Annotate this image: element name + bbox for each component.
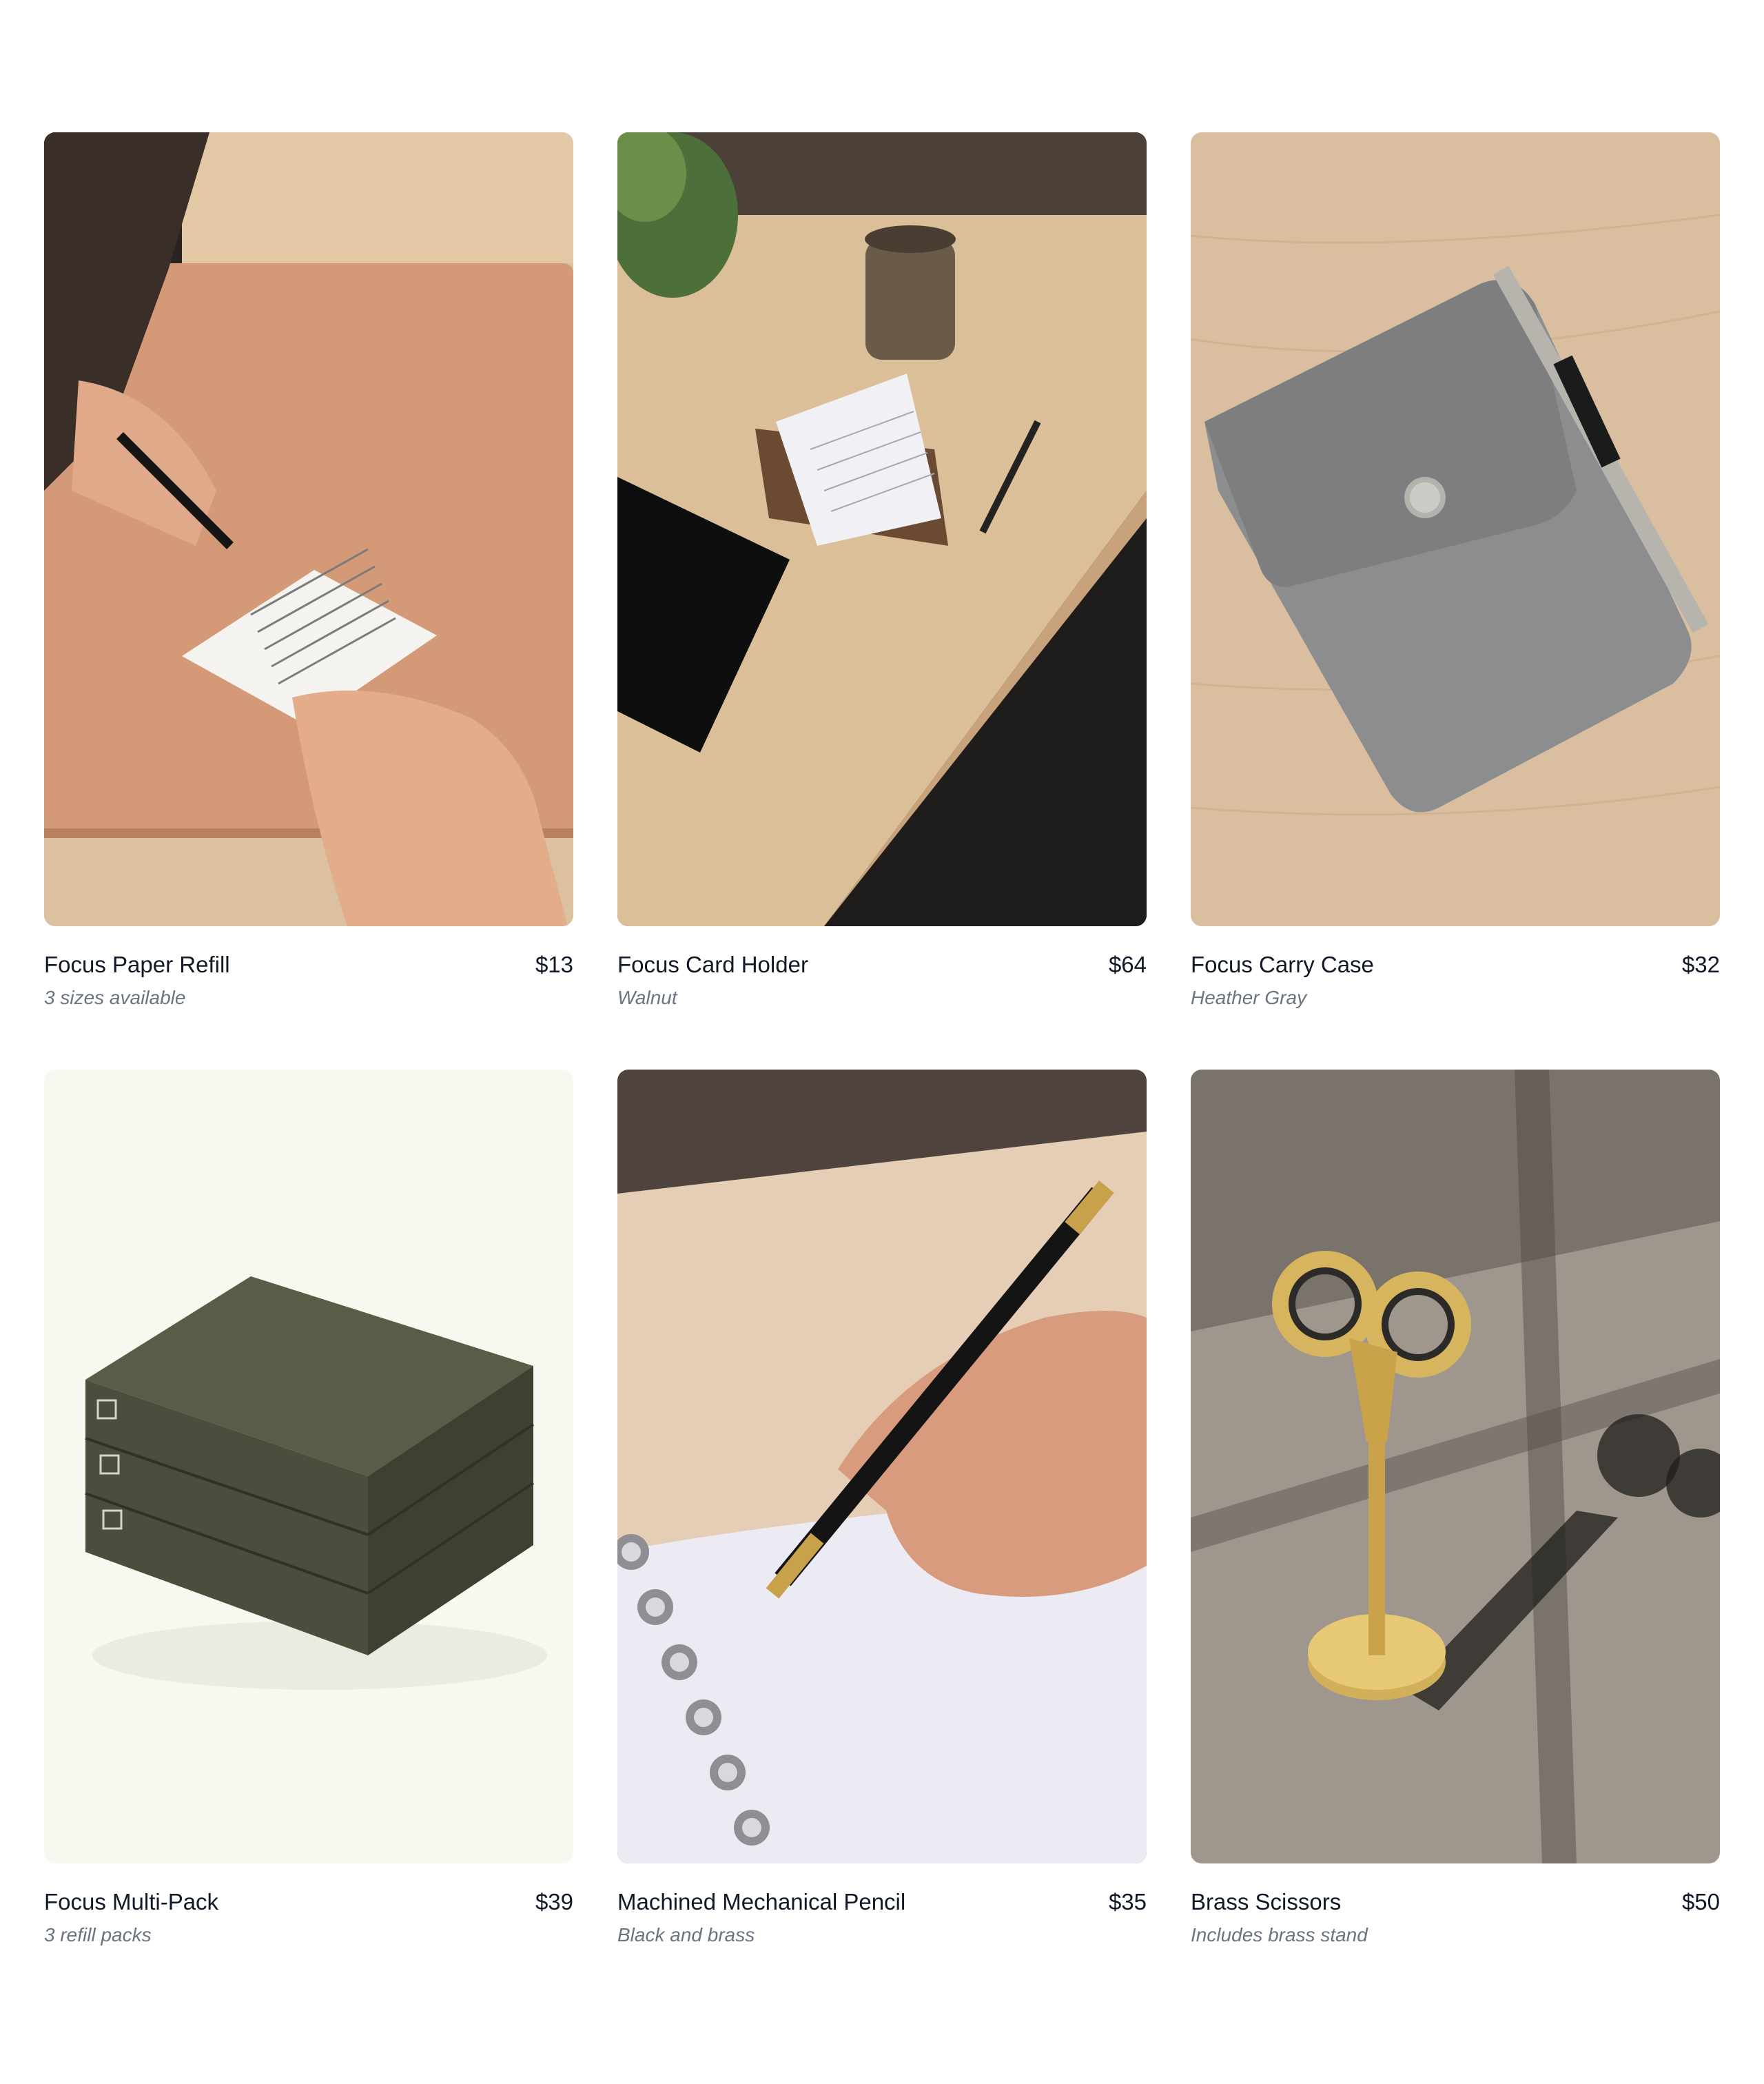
walnut-card-holder-image [617, 132, 1147, 926]
product-name: Focus Card Holder [617, 952, 808, 977]
product-card-focus-paper-refill[interactable]: Focus Paper Refill $13 3 sizes available [44, 132, 573, 1010]
brass-scissors-image [1191, 1070, 1720, 1863]
product-name: Machined Mechanical Pencil [617, 1889, 906, 1914]
product-subtitle: 3 sizes available [44, 987, 186, 1008]
product-image[interactable] [44, 132, 573, 926]
product-image[interactable] [44, 1070, 573, 1863]
product-card-brass-scissors[interactable]: Brass Scissors $50 Includes brass stand [1191, 1070, 1720, 1948]
product-card-machined-mechanical-pencil[interactable]: Machined Mechanical Pencil $35 Black and… [617, 1070, 1147, 1948]
gray-felt-case-image [1191, 132, 1720, 926]
product-card-focus-card-holder[interactable]: Focus Card Holder $64 Walnut [617, 132, 1147, 1010]
product-price: $13 [535, 952, 573, 977]
product-name: Focus Multi-Pack [44, 1889, 219, 1914]
hand-writing-on-card-image [44, 132, 573, 926]
product-image[interactable] [617, 132, 1147, 926]
stacked-green-boxes-image [44, 1070, 573, 1863]
black-pencil-notebook-image [617, 1070, 1147, 1863]
product-image[interactable] [617, 1070, 1147, 1863]
product-subtitle: Walnut [617, 987, 677, 1008]
product-image[interactable] [1191, 1070, 1720, 1863]
product-grid: Focus Paper Refill $13 3 sizes available [44, 132, 1720, 1948]
product-image[interactable] [1191, 132, 1720, 926]
product-card-focus-carry-case[interactable]: Focus Carry Case $32 Heather Gray [1191, 132, 1720, 1010]
product-card-focus-multi-pack[interactable]: Focus Multi-Pack $39 3 refill packs [44, 1070, 573, 1948]
product-name: Focus Paper Refill [44, 952, 230, 977]
product-subtitle: Includes brass stand [1191, 1924, 1368, 1945]
product-subtitle: Heather Gray [1191, 987, 1307, 1008]
product-name: Brass Scissors [1191, 1889, 1342, 1914]
product-price: $32 [1681, 952, 1720, 977]
product-price: $50 [1681, 1889, 1720, 1914]
product-subtitle: 3 refill packs [44, 1924, 152, 1945]
product-price: $35 [1108, 1889, 1147, 1914]
product-subtitle: Black and brass [617, 1924, 755, 1945]
product-price: $39 [535, 1889, 573, 1914]
product-price: $64 [1108, 952, 1147, 977]
product-name: Focus Carry Case [1191, 952, 1374, 977]
